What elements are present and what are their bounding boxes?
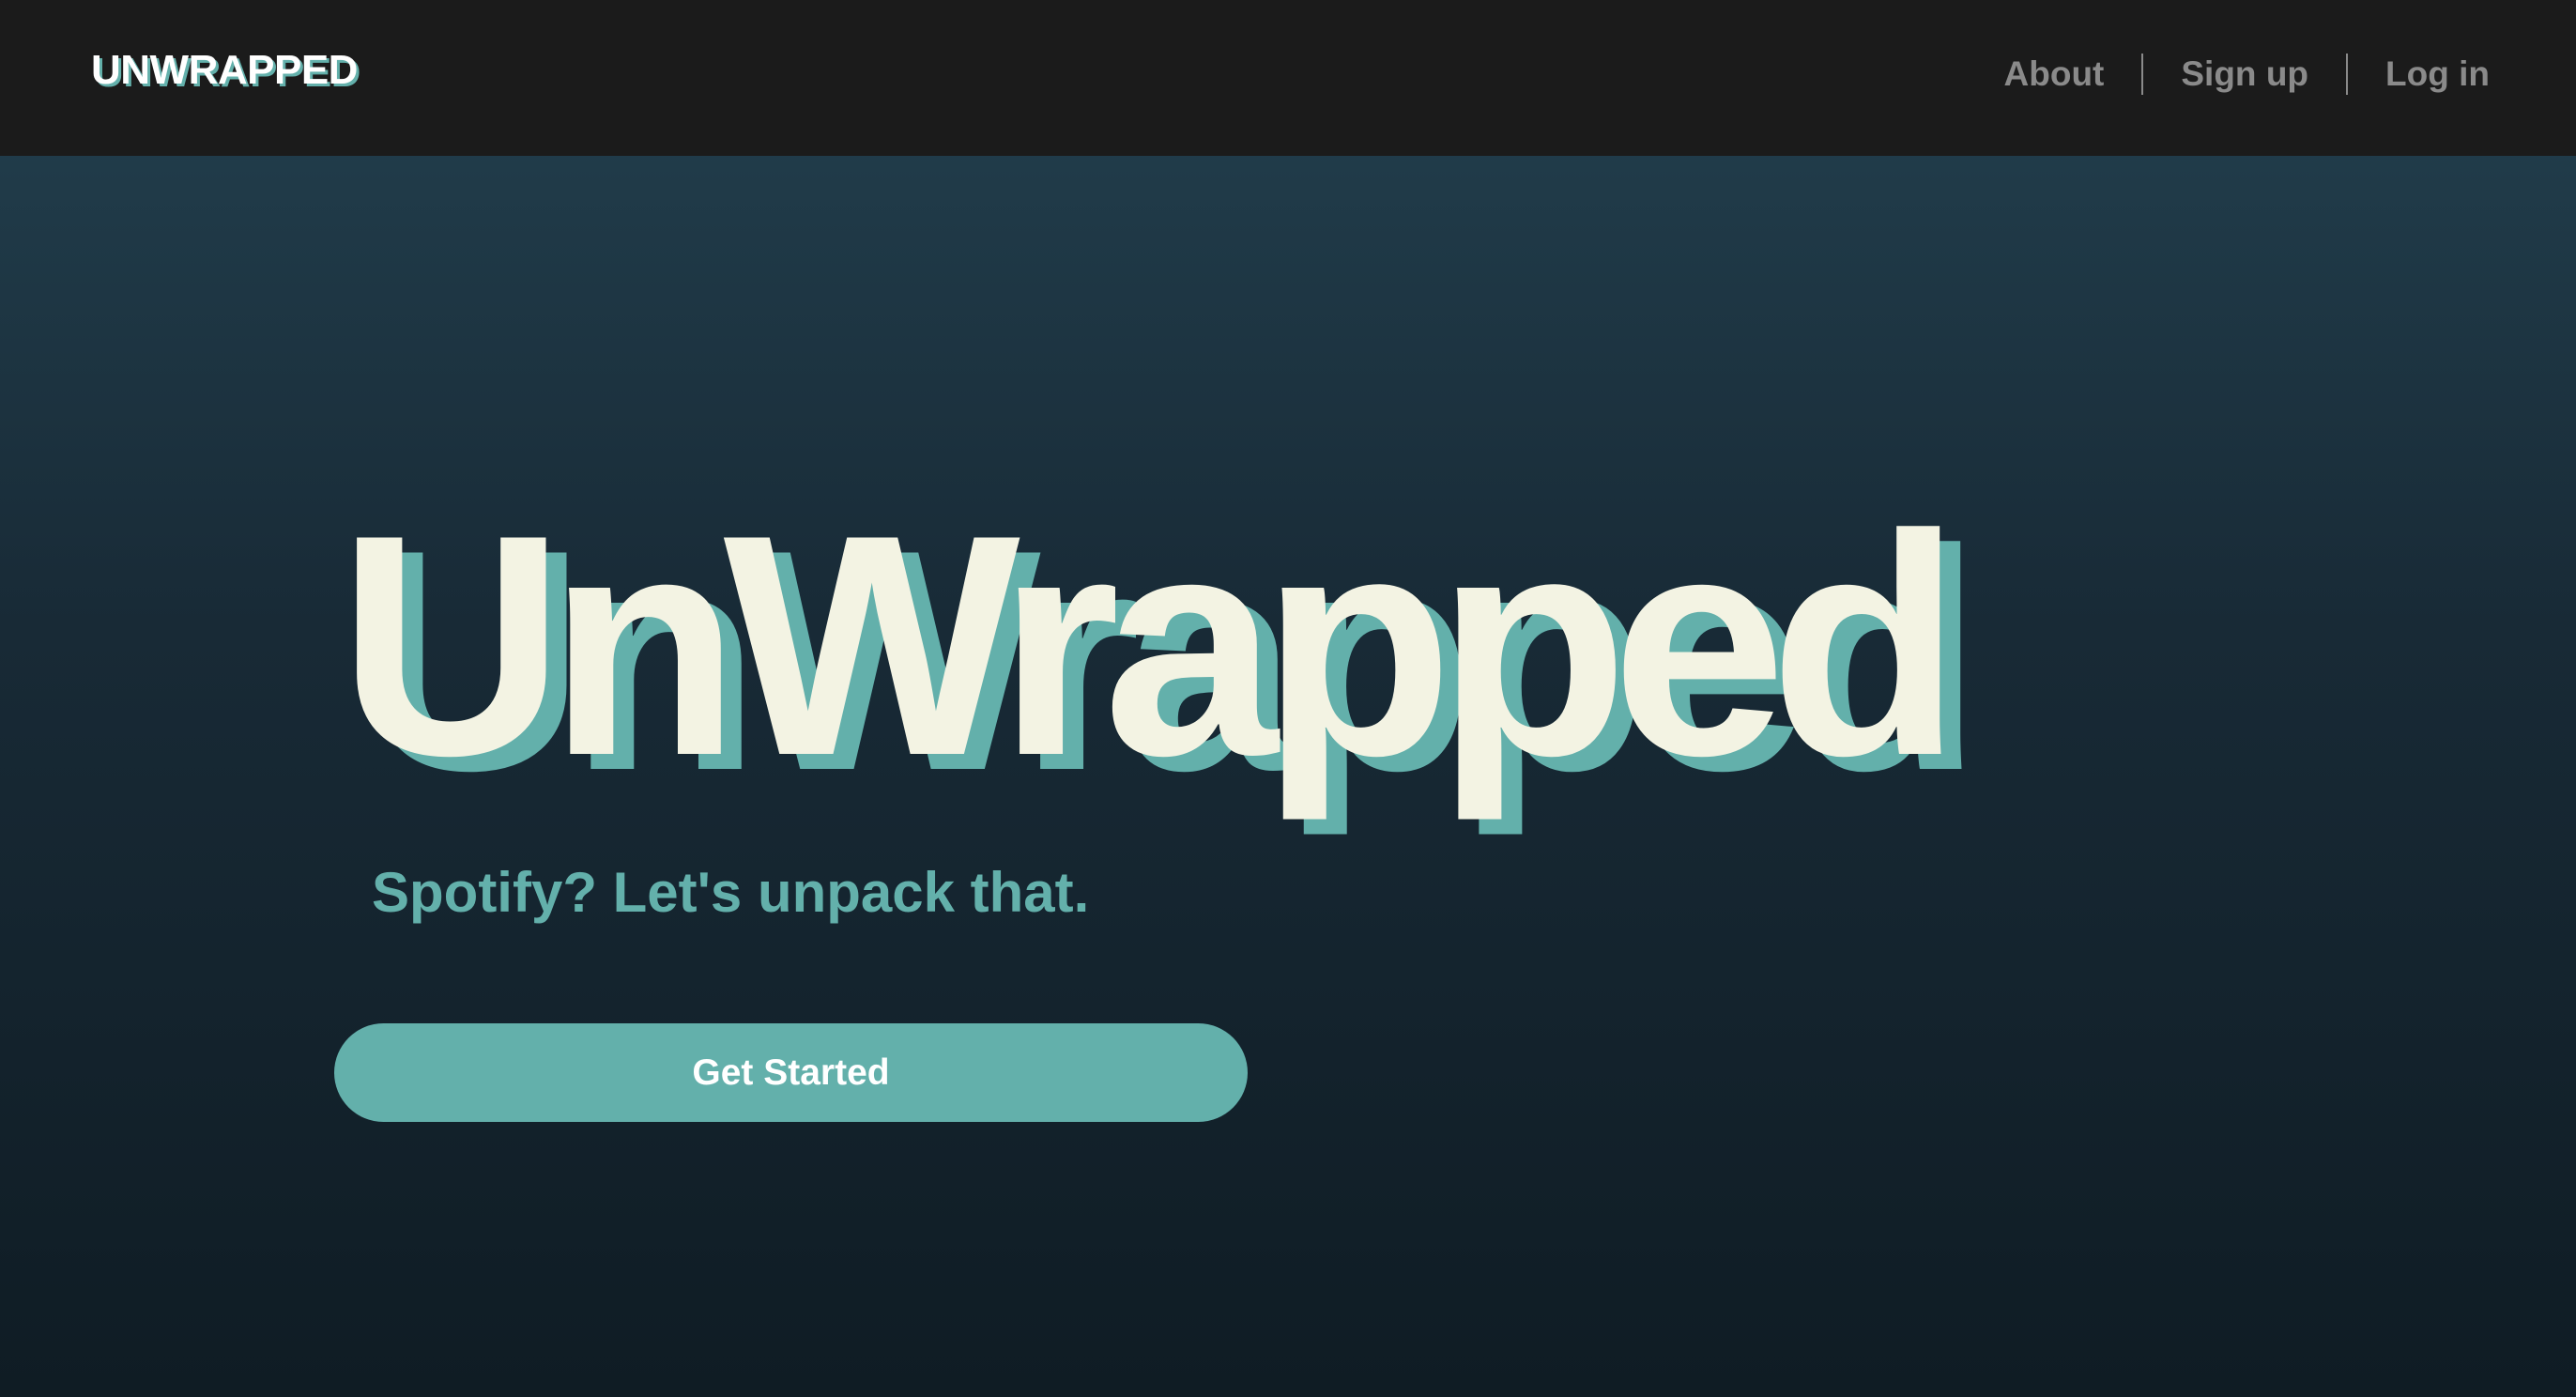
nav-link-sign-up[interactable]: Sign up [2143, 51, 2346, 98]
get-started-button[interactable]: Get Started [334, 1023, 1248, 1122]
hero-title: UnWrapped [338, 469, 1962, 821]
nav-link-about[interactable]: About [1967, 51, 2142, 98]
nav-links: About Sign up Log in [1967, 51, 2490, 98]
landing-page: UNWRAPPED About Sign up Log in UnWrapped… [0, 0, 2576, 1397]
nav-link-log-in[interactable]: Log in [2348, 51, 2490, 98]
top-navbar: UNWRAPPED About Sign up Log in [0, 0, 2576, 156]
brand-logo[interactable]: UNWRAPPED [91, 47, 358, 94]
hero-tagline: Spotify? Let's unpack that. [372, 861, 1090, 924]
